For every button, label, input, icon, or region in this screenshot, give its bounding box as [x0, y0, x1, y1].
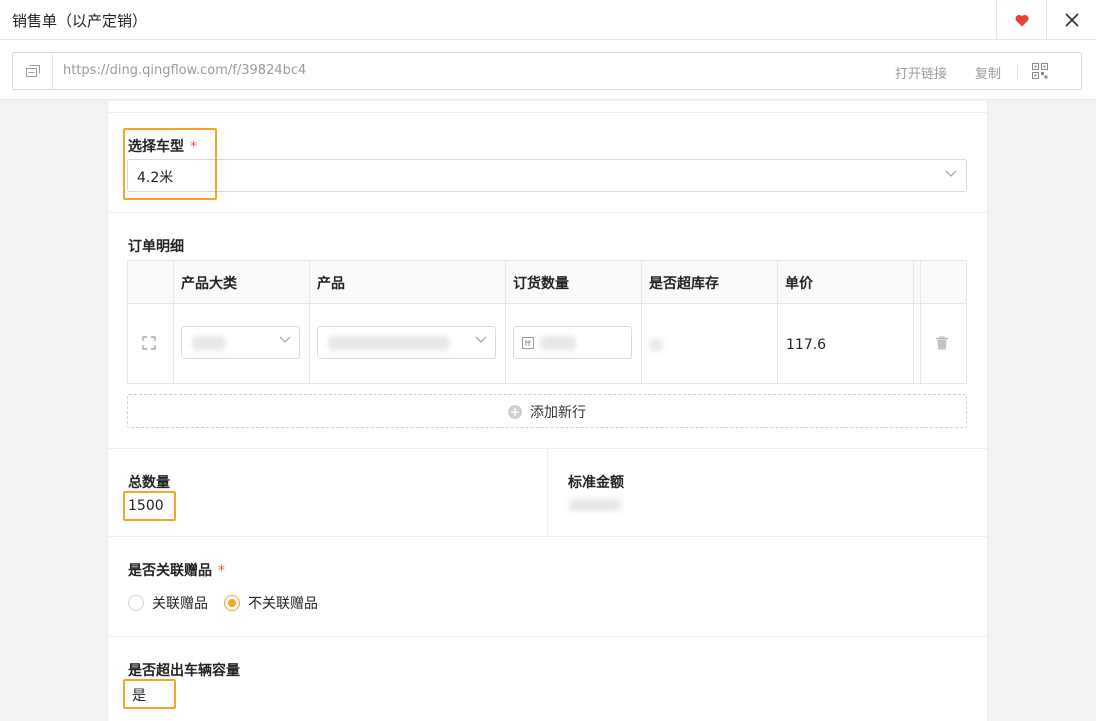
standard-amount-label: 标准金额	[568, 475, 624, 491]
heart-icon	[1015, 14, 1028, 26]
number-icon	[522, 337, 534, 349]
vehicle-type-value: 4.2米	[137, 170, 174, 186]
url-divider	[1017, 63, 1018, 79]
url-field: https://ding.qingflow.com/f/39824bc4 打开链…	[12, 52, 1082, 90]
over-capacity-value: 是	[132, 688, 146, 704]
link-type-icon	[13, 53, 53, 89]
order-details-table: 产品大类 产品 订货数量 是否超库存 单价 117.6	[127, 260, 967, 384]
order-details-label: 订单明细	[128, 239, 184, 255]
product-select[interactable]	[317, 326, 496, 359]
add-row-button[interactable]: + 添加新行	[127, 394, 967, 428]
gift-link-label: 是否关联赠品 *	[128, 563, 225, 579]
chevron-down-icon	[945, 170, 957, 177]
total-quantity-label: 总数量	[128, 475, 170, 491]
form-card: 选择车型 * 4.2米 订单明细 产品大类 产品 订货数量 是否超库存 单价 1…	[107, 101, 988, 721]
radio-circle-selected	[224, 595, 240, 611]
favorite-button[interactable]	[996, 0, 1046, 40]
add-row-label: 添加新行	[530, 405, 586, 421]
order-quantity-input[interactable]	[513, 326, 632, 359]
standard-amount-value	[569, 499, 621, 511]
vehicle-type-label: 选择车型 *	[128, 139, 197, 155]
section-divider	[108, 636, 987, 637]
over-stock-value	[649, 339, 663, 351]
column-header: 产品大类	[181, 276, 237, 292]
window-title: 销售单（以产定销）	[12, 12, 148, 30]
share-link-bar: https://ding.qingflow.com/f/39824bc4 打开链…	[0, 40, 1096, 100]
expand-row-icon[interactable]	[142, 336, 158, 352]
url-text[interactable]: https://ding.qingflow.com/f/39824bc4	[63, 63, 306, 78]
vehicle-type-select[interactable]: 4.2米	[127, 159, 967, 192]
qr-code-icon[interactable]	[1031, 62, 1049, 80]
section-divider	[108, 112, 987, 113]
chevron-down-icon	[475, 336, 487, 343]
open-link-button[interactable]: 打开链接	[895, 63, 947, 82]
trash-icon[interactable]	[936, 336, 950, 352]
total-quantity-value: 1500	[128, 498, 164, 514]
highlight-box	[123, 679, 176, 709]
close-icon	[1064, 13, 1079, 27]
copy-link-button[interactable]: 复制	[975, 63, 1001, 82]
section-divider	[108, 536, 987, 537]
required-mark: *	[190, 139, 197, 155]
over-capacity-label: 是否超出车辆容量	[128, 663, 240, 679]
section-divider	[108, 212, 987, 213]
radio-circle	[128, 595, 144, 611]
column-header: 是否超库存	[649, 276, 719, 292]
chevron-down-icon	[279, 336, 291, 343]
plus-circle-icon: +	[508, 405, 522, 419]
column-header: 单价	[785, 276, 813, 292]
column-header: 产品	[317, 276, 345, 292]
unit-price-value: 117.6	[786, 337, 827, 353]
column-divider	[547, 449, 548, 537]
radio-link-gift[interactable]: 关联赠品	[128, 593, 208, 613]
required-mark: *	[218, 563, 225, 579]
radio-label: 不关联赠品	[248, 596, 318, 612]
title-bar: 销售单（以产定销）	[0, 0, 1096, 40]
radio-label: 关联赠品	[152, 596, 208, 612]
column-header: 订货数量	[513, 276, 569, 292]
radio-no-gift[interactable]: 不关联赠品	[224, 593, 318, 613]
product-category-select[interactable]	[181, 326, 300, 359]
close-button[interactable]	[1046, 0, 1096, 40]
